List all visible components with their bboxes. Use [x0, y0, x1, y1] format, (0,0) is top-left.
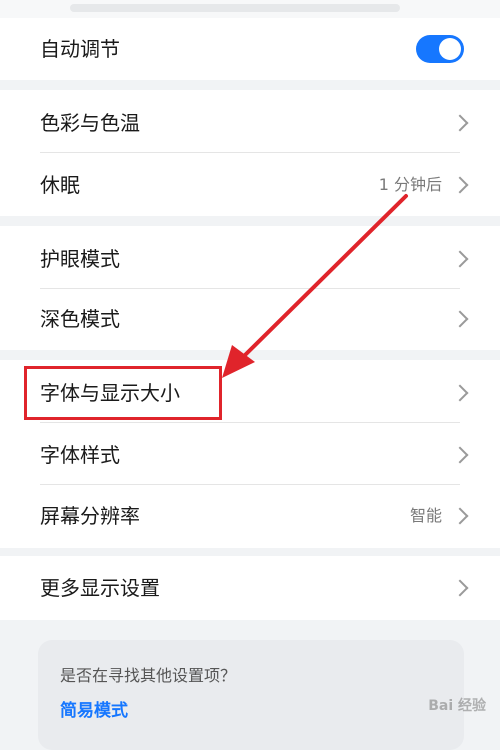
watermark: Bai 经验: [428, 698, 486, 714]
annotation-arrow-icon: [222, 194, 408, 378]
